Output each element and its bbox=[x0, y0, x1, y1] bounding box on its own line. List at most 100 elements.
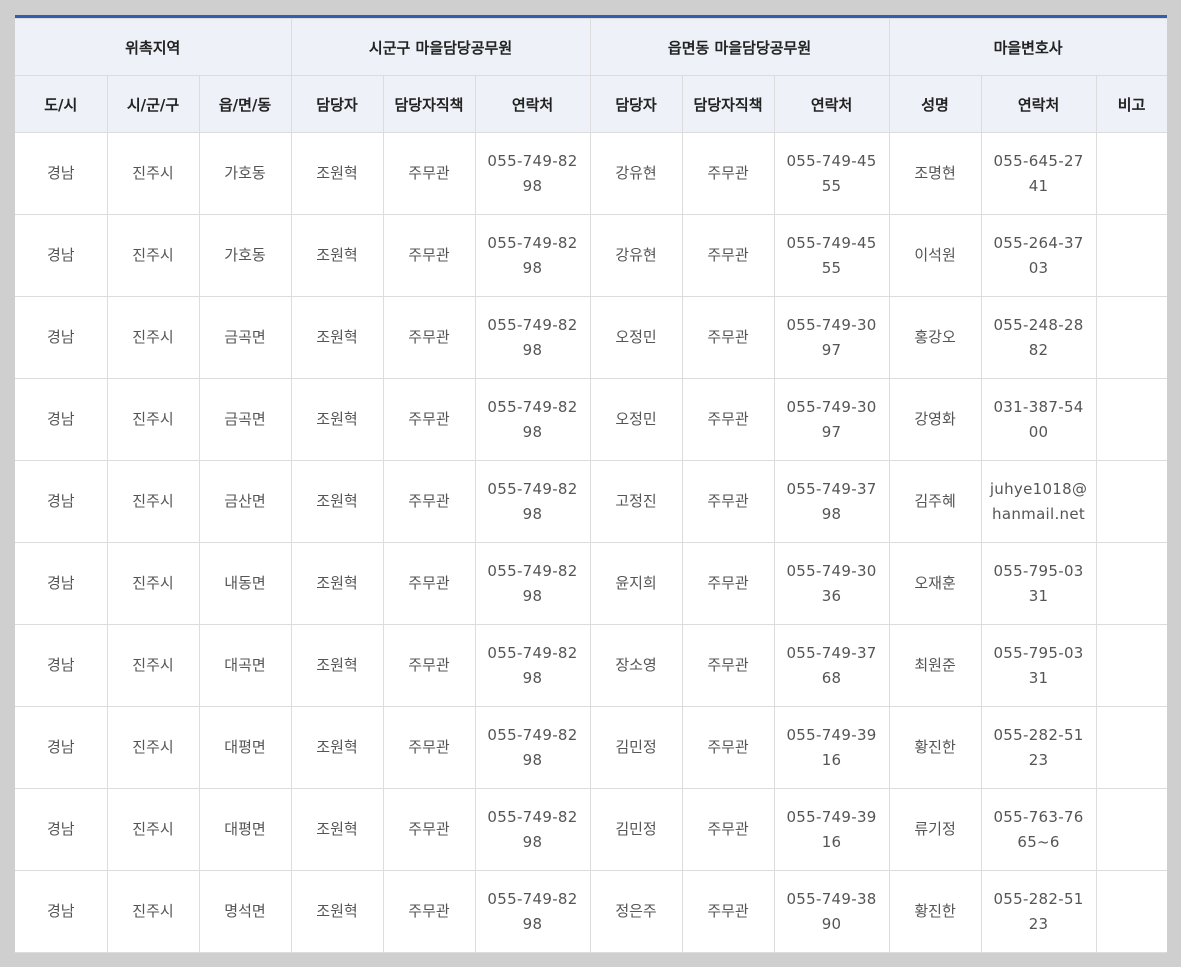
column-header-town: 읍/면/동 bbox=[198, 75, 292, 133]
table-row: 경남 진주시 금곡면 조원혁 주무관 055-749-8298 오정민 주무관 … bbox=[15, 296, 1167, 379]
cell-city: 진주시 bbox=[106, 214, 200, 297]
header-group-emd-official: 읍면동 마을담당공무원 bbox=[589, 18, 890, 76]
cell-note bbox=[1095, 624, 1167, 707]
table-row: 경남 진주시 대평면 조원혁 주무관 055-749-8298 김민정 주무관 … bbox=[15, 788, 1167, 871]
cell-sgg-phone: 055-749-8298 bbox=[474, 624, 591, 707]
cell-lawyer-contact: 055-248-2882 bbox=[980, 296, 1097, 379]
cell-town: 금산면 bbox=[198, 460, 292, 543]
cell-sgg-title: 주무관 bbox=[382, 132, 476, 215]
cell-sgg-phone: 055-749-8298 bbox=[474, 788, 591, 871]
cell-lawyer-name: 조명현 bbox=[888, 132, 982, 215]
cell-sgg-title: 주무관 bbox=[382, 214, 476, 297]
cell-sgg-phone: 055-749-8298 bbox=[474, 214, 591, 297]
cell-note bbox=[1095, 788, 1167, 871]
table-row: 경남 진주시 가호동 조원혁 주무관 055-749-8298 강유현 주무관 … bbox=[15, 132, 1167, 215]
cell-emd-title: 주무관 bbox=[681, 788, 775, 871]
cell-city: 진주시 bbox=[106, 378, 200, 461]
cell-sgg-phone: 055-749-8298 bbox=[474, 132, 591, 215]
cell-note bbox=[1095, 706, 1167, 789]
cell-lawyer-contact: 055-282-5123 bbox=[980, 706, 1097, 789]
cell-province: 경남 bbox=[15, 870, 108, 953]
cell-city: 진주시 bbox=[106, 460, 200, 543]
column-header-lawyer-name: 성명 bbox=[888, 75, 982, 133]
cell-emd-name: 윤지희 bbox=[589, 542, 683, 625]
cell-city: 진주시 bbox=[106, 624, 200, 707]
cell-emd-name: 고정진 bbox=[589, 460, 683, 543]
cell-emd-phone: 055-749-3768 bbox=[773, 624, 890, 707]
cell-emd-title: 주무관 bbox=[681, 378, 775, 461]
cell-emd-name: 오정민 bbox=[589, 296, 683, 379]
cell-sgg-title: 주무관 bbox=[382, 788, 476, 871]
cell-city: 진주시 bbox=[106, 706, 200, 789]
table-body: 경남 진주시 가호동 조원혁 주무관 055-749-8298 강유현 주무관 … bbox=[15, 132, 1167, 953]
cell-province: 경남 bbox=[15, 132, 108, 215]
header-group-sgg-official: 시군구 마을담당공무원 bbox=[290, 18, 591, 76]
table-header: 위촉지역 시군구 마을담당공무원 읍면동 마을담당공무원 마을변호사 도/시 시… bbox=[15, 18, 1167, 133]
column-header-sgg-name: 담당자 bbox=[290, 75, 384, 133]
cell-town: 금곡면 bbox=[198, 378, 292, 461]
cell-emd-title: 주무관 bbox=[681, 706, 775, 789]
cell-province: 경남 bbox=[15, 542, 108, 625]
village-lawyer-table: 위촉지역 시군구 마을담당공무원 읍면동 마을담당공무원 마을변호사 도/시 시… bbox=[15, 18, 1167, 953]
cell-sgg-title: 주무관 bbox=[382, 706, 476, 789]
cell-sgg-name: 조원혁 bbox=[290, 870, 384, 953]
cell-emd-name: 김민정 bbox=[589, 788, 683, 871]
cell-sgg-title: 주무관 bbox=[382, 378, 476, 461]
cell-town: 가호동 bbox=[198, 132, 292, 215]
table-row: 경남 진주시 명석면 조원혁 주무관 055-749-8298 정은주 주무관 … bbox=[15, 870, 1167, 953]
cell-emd-name: 장소영 bbox=[589, 624, 683, 707]
cell-sgg-title: 주무관 bbox=[382, 296, 476, 379]
cell-lawyer-contact: juhye1018@hanmail.net bbox=[980, 460, 1097, 543]
column-header-emd-title: 담당자직책 bbox=[681, 75, 775, 133]
cell-emd-phone: 055-749-3916 bbox=[773, 788, 890, 871]
cell-emd-phone: 055-749-3097 bbox=[773, 378, 890, 461]
cell-note bbox=[1095, 542, 1167, 625]
cell-note bbox=[1095, 460, 1167, 543]
cell-sgg-phone: 055-749-8298 bbox=[474, 706, 591, 789]
cell-town: 가호동 bbox=[198, 214, 292, 297]
cell-sgg-name: 조원혁 bbox=[290, 214, 384, 297]
cell-sgg-name: 조원혁 bbox=[290, 378, 384, 461]
cell-note bbox=[1095, 214, 1167, 297]
cell-lawyer-contact: 055-645-2741 bbox=[980, 132, 1097, 215]
table-row: 경남 진주시 금곡면 조원혁 주무관 055-749-8298 오정민 주무관 … bbox=[15, 378, 1167, 461]
table-container: 위촉지역 시군구 마을담당공무원 읍면동 마을담당공무원 마을변호사 도/시 시… bbox=[15, 15, 1167, 953]
cell-emd-phone: 055-749-4555 bbox=[773, 132, 890, 215]
cell-sgg-title: 주무관 bbox=[382, 870, 476, 953]
cell-note bbox=[1095, 378, 1167, 461]
cell-lawyer-contact: 055-763-7665~6 bbox=[980, 788, 1097, 871]
cell-sgg-name: 조원혁 bbox=[290, 624, 384, 707]
cell-sgg-name: 조원혁 bbox=[290, 788, 384, 871]
column-header-city: 시/군/구 bbox=[106, 75, 200, 133]
header-group-row: 위촉지역 시군구 마을담당공무원 읍면동 마을담당공무원 마을변호사 bbox=[15, 18, 1167, 76]
cell-city: 진주시 bbox=[106, 870, 200, 953]
cell-sgg-name: 조원혁 bbox=[290, 132, 384, 215]
cell-lawyer-contact: 055-264-3703 bbox=[980, 214, 1097, 297]
column-header-sgg-phone: 연락처 bbox=[474, 75, 591, 133]
cell-sgg-title: 주무관 bbox=[382, 542, 476, 625]
cell-emd-title: 주무관 bbox=[681, 214, 775, 297]
cell-emd-title: 주무관 bbox=[681, 542, 775, 625]
cell-emd-name: 정은주 bbox=[589, 870, 683, 953]
cell-province: 경남 bbox=[15, 460, 108, 543]
table-row: 경남 진주시 대곡면 조원혁 주무관 055-749-8298 장소영 주무관 … bbox=[15, 624, 1167, 707]
header-group-region: 위촉지역 bbox=[15, 18, 292, 76]
table-row: 경남 진주시 내동면 조원혁 주무관 055-749-8298 윤지희 주무관 … bbox=[15, 542, 1167, 625]
cell-note bbox=[1095, 296, 1167, 379]
cell-city: 진주시 bbox=[106, 788, 200, 871]
column-header-note: 비고 bbox=[1095, 75, 1167, 133]
cell-emd-phone: 055-749-3036 bbox=[773, 542, 890, 625]
cell-town: 대평면 bbox=[198, 788, 292, 871]
cell-emd-name: 김민정 bbox=[589, 706, 683, 789]
cell-emd-title: 주무관 bbox=[681, 460, 775, 543]
cell-lawyer-name: 류기정 bbox=[888, 788, 982, 871]
cell-town: 명석면 bbox=[198, 870, 292, 953]
column-header-province: 도/시 bbox=[15, 75, 108, 133]
cell-sgg-name: 조원혁 bbox=[290, 542, 384, 625]
cell-emd-title: 주무관 bbox=[681, 296, 775, 379]
cell-note bbox=[1095, 870, 1167, 953]
table-row: 경남 진주시 금산면 조원혁 주무관 055-749-8298 고정진 주무관 … bbox=[15, 460, 1167, 543]
cell-emd-phone: 055-749-3890 bbox=[773, 870, 890, 953]
cell-sgg-phone: 055-749-8298 bbox=[474, 296, 591, 379]
cell-lawyer-name: 오재훈 bbox=[888, 542, 982, 625]
